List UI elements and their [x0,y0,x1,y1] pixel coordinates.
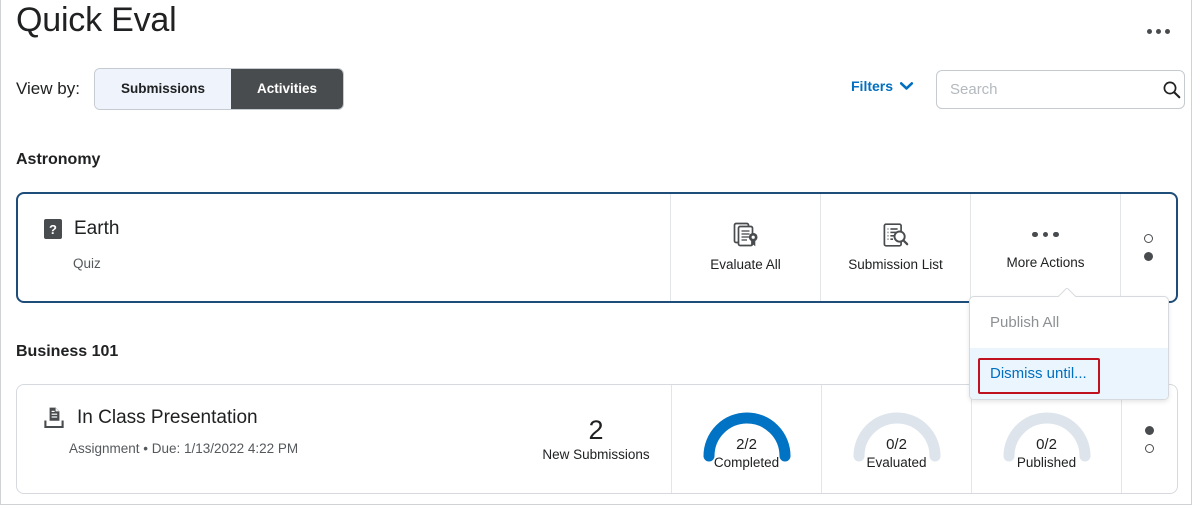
vertical-ellipsis-icon [1144,252,1153,261]
evaluated-gauge: 0/2 Evaluated [849,410,945,470]
new-submissions-count: 2 [588,415,604,446]
view-by-segmented-control: Submissions Activities [93,68,345,110]
quiz-icon: ? [44,219,62,239]
activity-name-row: ? Earth [44,218,119,240]
view-by-label: View by: [16,79,80,98]
published-gauge: 0/2 Published [999,410,1095,470]
dropdown-caret-icon [1058,288,1076,297]
vertical-ellipsis-icon [1144,234,1153,243]
new-submissions-label: New Submissions [542,446,650,462]
evaluated-label: Evaluated [866,455,927,470]
tab-submissions[interactable]: Submissions [94,69,231,109]
more-actions-label: More Actions [1006,254,1085,270]
chevron-down-icon [900,82,914,90]
vertical-ellipsis-icon [1145,443,1154,453]
activity-name-row: In Class Presentation [43,406,258,430]
menu-item-publish-all[interactable]: Publish All [970,297,1168,348]
vertical-ellipsis-icon [1145,425,1154,435]
course-heading-astronomy: Astronomy [16,151,101,168]
filters-button[interactable]: Filters [851,78,914,94]
horizontal-ellipsis-icon [1032,222,1059,248]
published-value: 0/2 [1036,436,1057,453]
tab-activities[interactable]: Activities [230,69,344,109]
search-input[interactable] [937,81,1159,98]
stat-evaluated: 0/2 Evaluated [821,385,971,493]
view-by-controls: View by: Submissions Activities [16,68,345,110]
row-menu-button[interactable] [1120,194,1176,301]
horizontal-ellipsis-icon [1155,28,1161,34]
activity-card-in-class-presentation[interactable]: In Class Presentation Assignment • Due: … [16,384,1178,494]
activity-actions: Evaluate All Submission List More Action… [670,194,1176,301]
stat-published: 0/2 Published [971,385,1121,493]
menu-item-dismiss-until[interactable]: Dismiss until... [970,348,1168,399]
more-actions-button[interactable]: More Actions [970,194,1120,301]
submission-list-icon [883,222,908,247]
horizontal-ellipsis-icon [1146,28,1152,34]
evaluate-all-icon [733,222,757,246]
page-title: Quick Eval [16,1,177,39]
page-overflow-menu-button[interactable] [1139,20,1177,42]
course-heading-business-101: Business 101 [16,343,119,360]
activity-subtitle: Assignment • Due: 1/13/2022 4:22 PM [69,441,299,456]
stat-new-submissions: 2 New Submissions [521,385,671,493]
search-icon [1163,81,1181,99]
more-actions-dropdown: Publish All Dismiss until... [969,296,1169,400]
filters-label: Filters [851,78,894,94]
published-label: Published [1016,455,1077,470]
activity-subtitle: Quiz [73,256,101,271]
evaluated-value: 0/2 [886,436,907,453]
evaluate-all-label: Evaluate All [710,256,781,272]
search-box [936,70,1185,109]
stat-completed: 2/2 Completed [671,385,821,493]
activity-title: Earth [74,218,120,239]
evaluate-all-button[interactable]: Evaluate All [670,194,820,301]
completed-value: 2/2 [736,436,757,453]
activity-stats: 2 New Submissions 2/2 Completed 0/2 Eval… [521,385,1177,493]
submission-list-label: Submission List [848,256,943,272]
horizontal-ellipsis-icon [1164,28,1170,34]
assignment-icon [44,407,64,429]
completed-gauge: 2/2 Completed [699,410,795,470]
row-menu-button[interactable] [1121,385,1177,493]
submission-list-button[interactable]: Submission List [820,194,970,301]
activity-card-earth[interactable]: ? Earth Quiz Evaluate All Submission Lis… [16,192,1178,303]
activity-title: In Class Presentation [77,407,258,428]
completed-label: Completed [713,455,780,470]
quick-eval-page: Quick Eval View by: Submissions Activiti… [0,0,1192,505]
search-button[interactable] [1159,80,1184,99]
